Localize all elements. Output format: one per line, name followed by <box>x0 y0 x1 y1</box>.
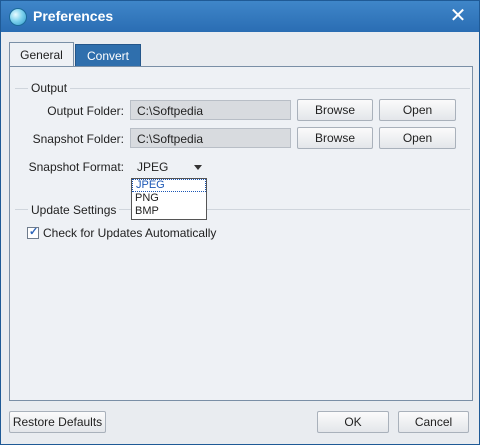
auto-update-label: Check for Updates Automatically <box>43 226 217 240</box>
output-divider <box>15 88 470 89</box>
update-section-label: Update Settings <box>28 203 120 217</box>
auto-update-checkbox[interactable]: ✓ <box>27 226 39 239</box>
close-icon[interactable]: ✕ <box>447 5 469 27</box>
format-option-bmp[interactable]: BMP <box>132 205 206 218</box>
cancel-button[interactable]: Cancel <box>398 411 469 433</box>
output-folder-field[interactable]: C:\Softpedia <box>130 100 291 120</box>
chevron-down-icon[interactable] <box>194 165 202 170</box>
app-icon <box>9 8 27 26</box>
ok-button[interactable]: OK <box>317 411 389 433</box>
format-option-png[interactable]: PNG <box>132 192 206 205</box>
restore-defaults-button[interactable]: Restore Defaults <box>9 411 106 433</box>
title-bar[interactable]: Preferences ✕ <box>1 1 479 32</box>
output-browse-button[interactable]: Browse <box>297 99 373 121</box>
snapshot-format-dropdown: JPEG PNG BMP <box>131 178 207 220</box>
snapshot-folder-field[interactable]: C:\Softpedia <box>130 128 291 148</box>
output-open-button[interactable]: Open <box>379 99 456 121</box>
output-section-label: Output <box>28 81 71 95</box>
tab-general[interactable]: General <box>9 42 74 67</box>
snapshot-folder-label: Snapshot Folder: <box>32 132 124 146</box>
output-folder-label: Output Folder: <box>47 104 124 118</box>
snapshot-browse-button[interactable]: Browse <box>297 127 373 149</box>
format-option-jpeg[interactable]: JPEG <box>132 179 206 192</box>
tab-convert[interactable]: Convert <box>75 44 141 67</box>
snapshot-format-value: JPEG <box>137 160 169 174</box>
preferences-window: Preferences ✕ General Convert Output Out… <box>0 0 480 445</box>
snapshot-format-select[interactable]: JPEG <box>132 158 208 176</box>
snapshot-format-label: Snapshot Format: <box>28 160 124 174</box>
window-title: Preferences <box>33 8 114 24</box>
snapshot-open-button[interactable]: Open <box>379 127 456 149</box>
checkmark-icon: ✓ <box>29 226 39 238</box>
